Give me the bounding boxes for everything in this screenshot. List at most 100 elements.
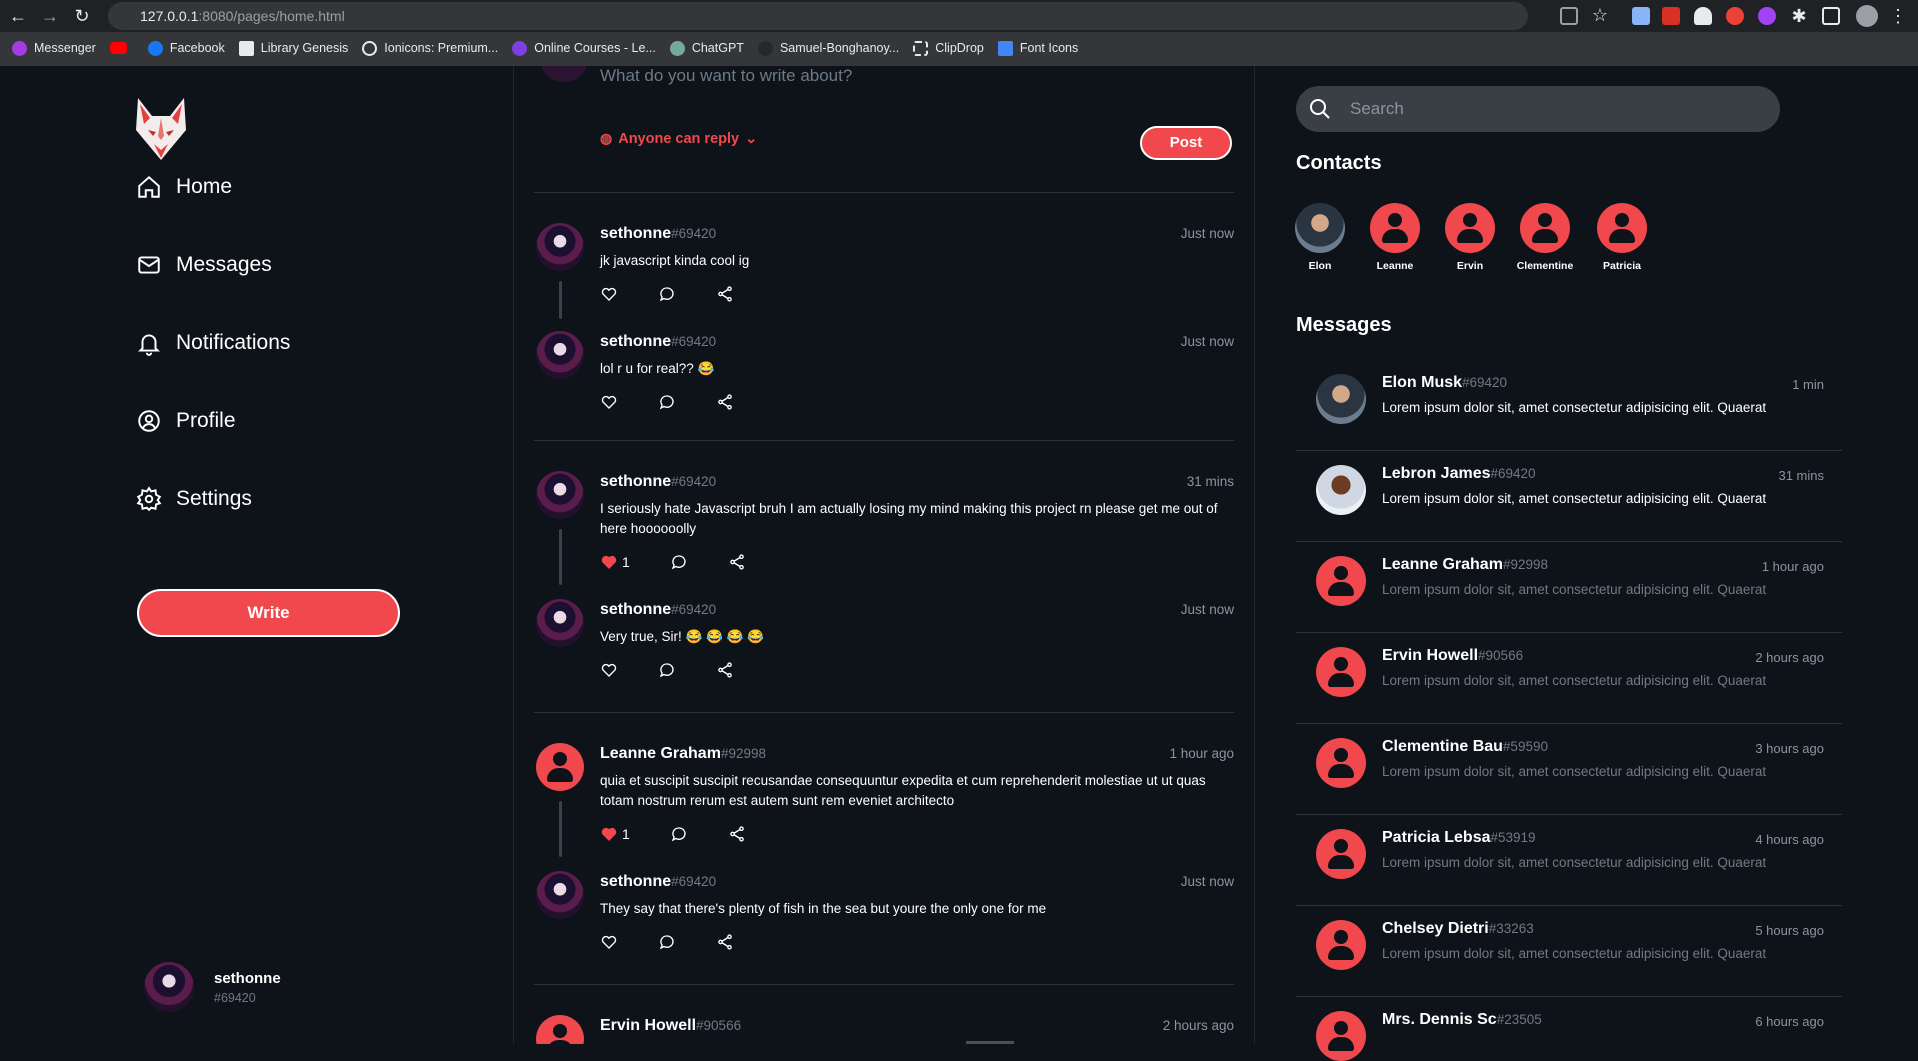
- extension-icon[interactable]: [1758, 7, 1776, 25]
- page-scrollbar[interactable]: [1904, 66, 1918, 1044]
- bookmark-label: Online Courses - Le...: [534, 41, 656, 55]
- contact-item[interactable]: Elon: [1280, 203, 1360, 272]
- avatar[interactable]: [536, 871, 584, 919]
- comment-button[interactable]: [658, 393, 676, 411]
- avatar[interactable]: [536, 223, 584, 271]
- author-name: Leanne Graham: [600, 745, 721, 762]
- like-button[interactable]: [600, 393, 618, 411]
- bookmark-item[interactable]: Messenger: [12, 40, 96, 56]
- like-button[interactable]: [600, 933, 618, 951]
- bookmark-item[interactable]: Library Genesis: [238, 40, 348, 56]
- write-button[interactable]: Write: [137, 589, 400, 637]
- contact-item[interactable]: Leanne: [1355, 203, 1435, 272]
- post-author[interactable]: sethonne#69420: [600, 473, 716, 491]
- comment-icon: [659, 935, 674, 950]
- bookmark-item[interactable]: Ionicons: Premium...: [362, 40, 498, 56]
- bookmark-item[interactable]: Font Icons: [997, 40, 1078, 56]
- author-tag: #69420: [671, 602, 717, 617]
- profile-avatar[interactable]: [1856, 5, 1878, 27]
- sender-tag: #33263: [1488, 921, 1534, 936]
- address-bar[interactable]: 127.0.0.1:8080/pages/home.html: [108, 2, 1528, 30]
- fox-mask-logo[interactable]: [134, 96, 188, 162]
- author-tag: #69420: [671, 226, 717, 241]
- avatar[interactable]: [536, 1015, 584, 1044]
- like-button[interactable]: [600, 285, 618, 303]
- kebab-menu-icon[interactable]: ⋮: [1888, 6, 1908, 26]
- extension-icon[interactable]: [1662, 7, 1680, 25]
- puzzle-icon[interactable]: ✱: [1789, 6, 1809, 26]
- share-button[interactable]: [716, 393, 734, 411]
- message-item[interactable]: Mrs. Dennis Sc#23505 6 hours ago: [1296, 997, 1842, 1061]
- bookmark-item[interactable]: ChatGPT: [669, 40, 744, 56]
- share-button[interactable]: [716, 661, 734, 679]
- ionicons-icon: [362, 40, 378, 56]
- share-button[interactable]: [728, 825, 746, 843]
- contact-item[interactable]: Clementine: [1505, 203, 1585, 272]
- cloud-icon[interactable]: [1694, 7, 1712, 25]
- bookmark-item[interactable]: [109, 42, 134, 54]
- share-button[interactable]: [716, 285, 734, 303]
- bookmark-item[interactable]: Facebook: [147, 40, 225, 56]
- avatar[interactable]: [536, 471, 584, 519]
- post-author[interactable]: Ervin Howell#90566: [600, 1017, 741, 1035]
- bookmark-item[interactable]: ClipDrop: [913, 40, 984, 56]
- post-time: 31 mins: [1186, 474, 1234, 489]
- search-box[interactable]: [1296, 86, 1780, 132]
- avatar[interactable]: [536, 599, 584, 647]
- search-input[interactable]: [1350, 86, 1750, 132]
- post-author[interactable]: Leanne Graham#92998: [600, 745, 766, 763]
- post-author[interactable]: sethonne#69420: [600, 333, 716, 351]
- comment-button[interactable]: [658, 661, 676, 679]
- comment-button[interactable]: [658, 933, 676, 951]
- message-item[interactable]: Patricia Lebsa#53919 4 hours ago Lorem i…: [1296, 815, 1842, 906]
- post-button[interactable]: Post: [1140, 126, 1232, 160]
- message-time: 1 min: [1792, 377, 1824, 392]
- extension-icon[interactable]: [1726, 7, 1744, 25]
- post-text: quia et suscipit suscipit recusandae con…: [600, 773, 1206, 808]
- avatar: [1316, 465, 1366, 515]
- share-button[interactable]: [716, 933, 734, 951]
- like-button[interactable]: 1: [600, 825, 630, 843]
- forward-arrow-icon[interactable]: →: [40, 6, 60, 26]
- reply-setting-dropdown[interactable]: ◍ Anyone can reply ⌄: [600, 130, 757, 147]
- nav-home[interactable]: Home: [136, 174, 232, 200]
- message-item[interactable]: Chelsey Dietri#33263 5 hours ago Lorem i…: [1296, 906, 1842, 997]
- share-icon[interactable]: [1560, 7, 1578, 25]
- current-user-card[interactable]: sethonne #69420: [144, 962, 281, 1012]
- message-item[interactable]: Clementine Bau#59590 3 hours ago Lorem i…: [1296, 724, 1842, 815]
- avatar: [1316, 556, 1366, 606]
- sidepanel-icon[interactable]: [1822, 7, 1840, 25]
- comment-button[interactable]: [658, 285, 676, 303]
- sender-name: Clementine Bau: [1382, 738, 1503, 755]
- post-author[interactable]: sethonne#69420: [600, 873, 716, 891]
- bookmark-item[interactable]: Samuel-Bonghanoy...: [757, 40, 899, 56]
- message-item[interactable]: Ervin Howell#90566 2 hours ago Lorem ips…: [1296, 633, 1842, 724]
- like-button[interactable]: [600, 661, 618, 679]
- bookmark-item[interactable]: Online Courses - Le...: [512, 40, 656, 56]
- post-text: Very true, Sir! 😂 😂 😂 😂: [600, 629, 765, 644]
- share-button[interactable]: [728, 553, 746, 571]
- nav-profile[interactable]: Profile: [136, 408, 236, 434]
- avatar[interactable]: [536, 743, 584, 791]
- extension-icon[interactable]: [1632, 7, 1650, 25]
- star-icon[interactable]: ☆: [1590, 5, 1610, 25]
- comment-button[interactable]: [670, 553, 688, 571]
- nav-notifications[interactable]: Notifications: [136, 330, 290, 356]
- nav-settings[interactable]: Settings: [136, 486, 252, 512]
- contact-item[interactable]: Patricia: [1582, 203, 1662, 272]
- post-author[interactable]: sethonne#69420: [600, 225, 716, 243]
- thread-connector: [559, 801, 562, 857]
- message-item[interactable]: Lebron James#69420 31 mins Lorem ipsum d…: [1296, 451, 1842, 542]
- message-item[interactable]: Leanne Graham#92998 1 hour ago Lorem ips…: [1296, 542, 1842, 633]
- post-author[interactable]: sethonne#69420: [600, 601, 716, 619]
- nav-messages[interactable]: Messages: [136, 252, 272, 278]
- compose-input[interactable]: What do you want to write about?: [600, 66, 852, 86]
- avatar[interactable]: [536, 331, 584, 379]
- comment-button[interactable]: [670, 825, 688, 843]
- like-button[interactable]: 1: [600, 553, 630, 571]
- message-item[interactable]: Elon Musk#69420 1 min Lorem ipsum dolor …: [1296, 360, 1842, 451]
- reload-icon[interactable]: ↻: [72, 6, 92, 26]
- back-arrow-icon[interactable]: ←: [8, 6, 28, 26]
- contact-item[interactable]: Ervin: [1430, 203, 1510, 272]
- post-text: lol r u for real?? 😂: [600, 361, 715, 376]
